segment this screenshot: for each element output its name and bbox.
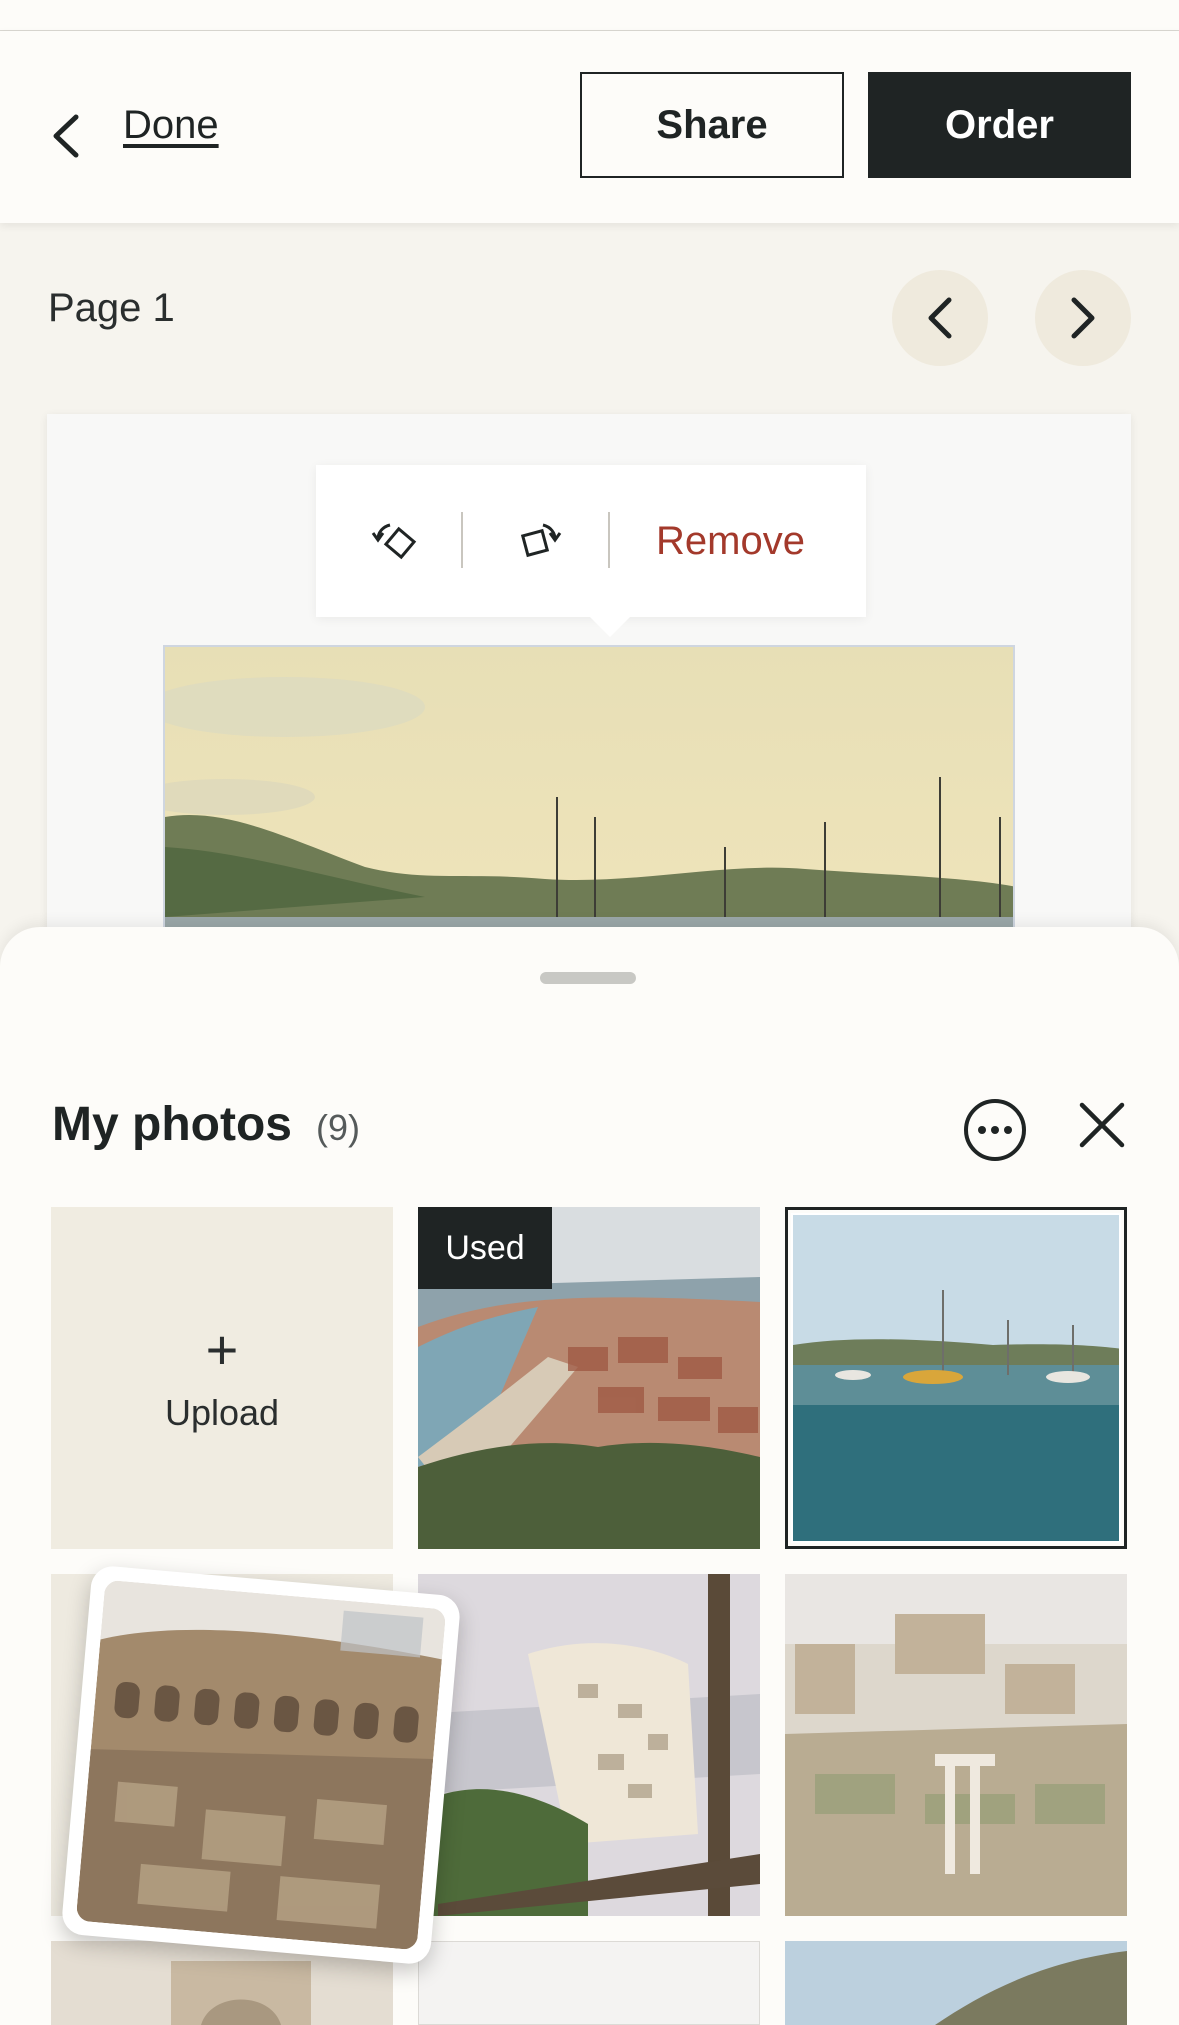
close-icon [1079,1102,1125,1148]
order-button[interactable]: Order [868,72,1131,178]
chevron-left-icon [928,297,952,339]
upload-label: Upload [164,1392,280,1433]
done-link[interactable]: Done [123,97,219,153]
rotate-left-button[interactable] [346,465,446,617]
status-strip [0,0,1179,31]
photo-tile[interactable] [785,1941,1127,2025]
dragging-photo[interactable] [60,1564,462,1966]
used-badge: Used [418,1207,552,1289]
sheet-title: My photos [52,1098,292,1151]
photo-tile-selected[interactable] [785,1207,1127,1549]
previous-page-button[interactable] [892,270,988,366]
ellipsis-icon [978,1126,1012,1134]
page-label: Page 1 [48,286,175,330]
toolbar-divider [608,512,610,568]
rotate-right-button[interactable] [484,465,594,617]
top-bar: Done Share Order [0,31,1179,223]
rotate-left-icon [371,523,417,560]
photo-count: (9) [316,1107,360,1148]
upload-tile[interactable]: + Upload [51,1207,393,1549]
close-button[interactable] [1078,1101,1126,1149]
next-page-button[interactable] [1035,270,1131,366]
photo-tile[interactable] [418,1941,760,2025]
photo-tile[interactable] [785,1574,1127,1916]
rotate-right-icon [520,523,562,558]
more-options-button[interactable] [964,1099,1026,1161]
sheet-drag-handle[interactable] [540,972,636,984]
plus-icon: + [205,1318,239,1381]
back-arrow-icon[interactable] [40,101,90,171]
toolbar-divider [461,512,463,568]
remove-button[interactable]: Remove [656,465,805,617]
photo-toolbar: Remove [316,465,866,637]
placed-photo[interactable] [163,645,1015,935]
photo-tile[interactable]: Used [418,1207,760,1549]
chevron-right-icon [1071,297,1095,339]
photo-tile[interactable] [418,1574,760,1916]
share-button[interactable]: Share [580,72,844,178]
